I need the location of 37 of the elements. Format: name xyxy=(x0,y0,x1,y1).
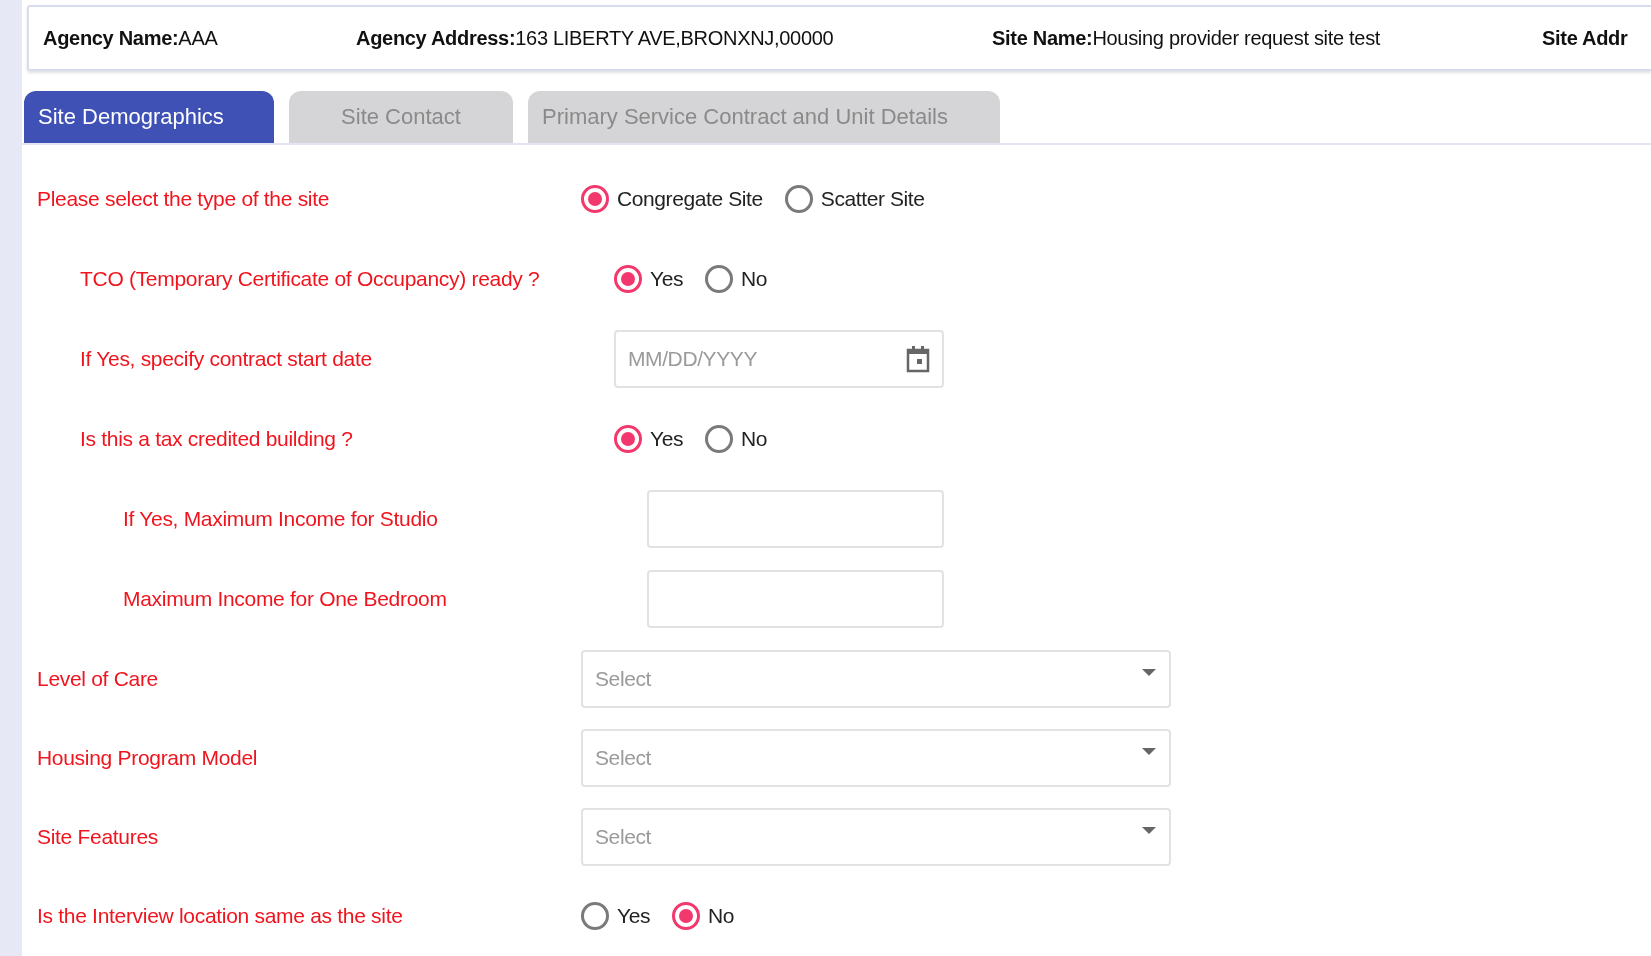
field-label: Housing Program Model xyxy=(37,745,259,770)
radio-button[interactable] xyxy=(581,902,609,930)
field-label: If Yes, specify contract start date xyxy=(80,347,373,371)
radio-option[interactable]: Scatter Site xyxy=(784,185,925,213)
field-label: TCO (Temporary Certificate of Occupancy) ready ? xyxy=(80,267,541,291)
caret-icon xyxy=(1141,826,1157,835)
field-label: If Yes, Maximum Income for Studio xyxy=(123,507,439,531)
radio-button[interactable] xyxy=(614,265,642,293)
radio-option[interactable]: No xyxy=(672,902,735,930)
radio-button[interactable] xyxy=(672,902,701,930)
radio-button[interactable] xyxy=(784,185,813,213)
field-label: Level of Care xyxy=(37,666,159,691)
radio-option[interactable]: Yes xyxy=(614,425,684,453)
field-label: Is this a tax credited building ? xyxy=(80,427,354,451)
caret-icon xyxy=(1141,668,1157,677)
header-info: Agency Name:AAA xyxy=(43,26,219,50)
header-info: Site Name:Housing provider request site test xyxy=(992,26,1382,50)
tab[interactable]: Site Demographics xyxy=(24,91,274,143)
field-label: Maximum Income for One Bedroom xyxy=(123,587,448,611)
radio-option[interactable]: No xyxy=(705,265,768,293)
field-label: Is the Interview location same as the site xyxy=(37,904,404,928)
radio-option[interactable]: Yes xyxy=(581,902,651,930)
header-info: Site Addr xyxy=(1542,26,1629,50)
radio-option[interactable]: Yes xyxy=(614,265,684,293)
field-label: Site Features xyxy=(37,824,159,849)
field-label: Please select the type of the site xyxy=(37,187,331,211)
header-info: Agency Address:163 LIBERTY AVE,BRONXNJ,00000 xyxy=(356,26,835,50)
input-field[interactable] xyxy=(647,570,944,628)
calendar-icon[interactable] xyxy=(906,345,930,373)
radio-button[interactable] xyxy=(705,265,734,293)
radio-option[interactable]: No xyxy=(705,425,768,453)
radio-button[interactable] xyxy=(705,425,734,453)
radio-button[interactable] xyxy=(614,425,642,453)
input-field[interactable] xyxy=(647,490,944,548)
caret-icon xyxy=(1141,747,1157,756)
radio-button[interactable] xyxy=(581,185,609,213)
radio-option[interactable]: Congregate Site xyxy=(581,185,763,213)
